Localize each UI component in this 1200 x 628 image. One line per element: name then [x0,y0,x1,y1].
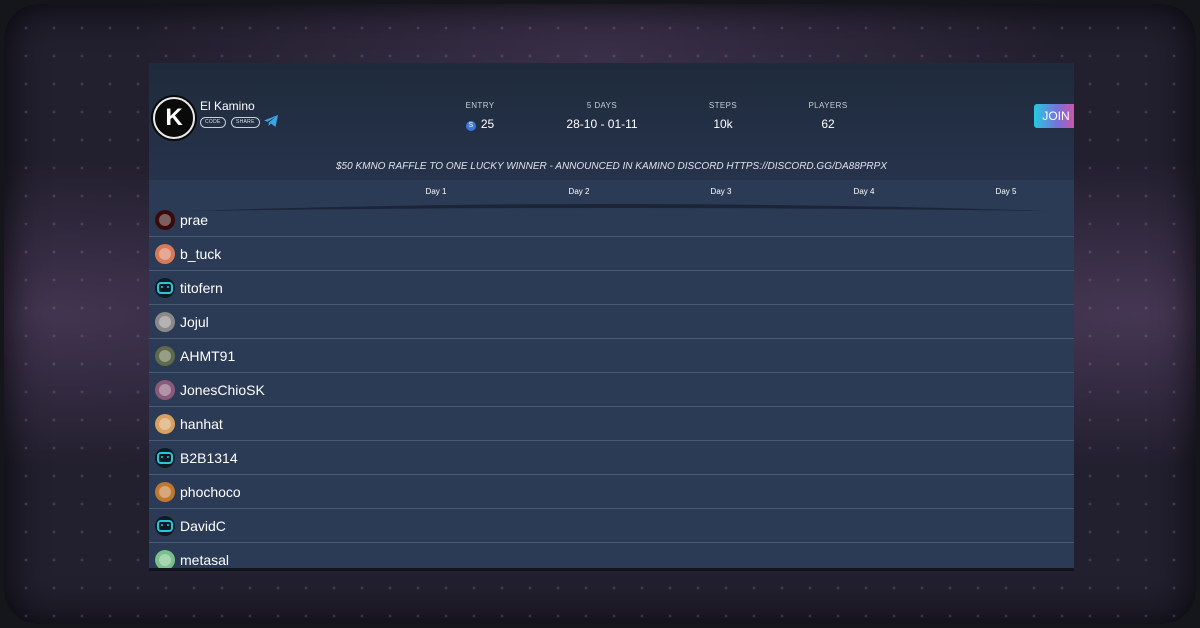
player-name: titofern [180,280,223,296]
share-button[interactable]: SHARE [231,117,260,128]
bot-face-icon [157,282,173,294]
player-row[interactable]: hanhat [149,407,1074,441]
avatar-shade [159,316,171,328]
photo-avatar [155,346,175,366]
bot-face-icon [157,520,173,532]
avatar-shade [159,418,171,430]
telegram-icon[interactable] [263,114,279,128]
badge-avatar [155,244,175,264]
green-avatar [155,550,175,568]
player-row[interactable]: Jojul [149,305,1074,339]
stat-steps-value: 10k [713,117,733,131]
player-row[interactable]: prae [149,203,1074,237]
stat-days: 5 DAYS 28-10 - 01-11 [552,101,652,131]
player-row[interactable]: titofern [149,271,1074,305]
challenge-header: K El Kamino CODE SHARE ENTRY S 25 5 DAYS … [149,63,1074,180]
player-row[interactable]: AHMT91 [149,339,1074,373]
player-name: DavidC [180,518,226,534]
monkey-avatar [155,482,175,502]
bot-face-icon [157,452,173,464]
team-name: El Kamino [200,99,255,113]
stat-steps: STEPS 10k [693,101,753,131]
red-demon-avatar [155,210,175,230]
bot-avatar [155,516,175,536]
player-name: JonesChioSK [180,382,265,398]
bot-avatar [155,448,175,468]
day-3-header: Day 3 [710,187,732,196]
player-name: B2B1314 [180,450,238,466]
stat-days-label: 5 DAYS [586,101,618,110]
photo-avatar [155,312,175,332]
player-name: Jojul [180,314,209,330]
entry-amount: 25 [480,117,495,131]
player-row[interactable]: metasal [149,543,1074,568]
player-name: b_tuck [180,246,222,262]
join-button[interactable]: JOIN [1034,104,1074,128]
avatar-shade [159,214,171,226]
logo-letter: K [165,104,183,131]
player-row[interactable]: phochoco [149,475,1074,509]
kamino-logo: K [153,97,195,139]
stat-players-label: PLAYERS [808,101,848,110]
player-row[interactable]: B2B1314 [149,441,1074,475]
players-list: prae b_tuck titofern Jojul AHMT91 JonesChioSK… [149,203,1074,568]
day-4-header: Day 4 [853,187,875,196]
player-name: phochoco [180,484,241,500]
coin-icon: S [465,121,476,131]
player-row[interactable]: DavidC [149,509,1074,543]
photo-avatar [155,380,175,400]
avatar-shade [159,350,171,362]
player-name: AHMT91 [180,348,236,364]
player-row[interactable]: JonesChioSK [149,373,1074,407]
app-frame: K El Kamino CODE SHARE ENTRY S 25 5 DAYS … [4,4,1196,624]
day-5-header: Day 5 [995,187,1017,196]
stat-steps-label: STEPS [708,101,738,110]
leaderboard-card: K El Kamino CODE SHARE ENTRY S 25 5 DAYS … [149,63,1074,571]
player-name: prae [180,212,209,228]
player-name: hanhat [180,416,223,432]
dog-avatar [155,414,175,434]
stat-entry-label: ENTRY [465,101,495,110]
stat-players-value: 62 [821,117,835,131]
stat-entry-value: S 25 [450,117,510,131]
code-button[interactable]: CODE [200,117,226,128]
player-name: metasal [180,552,230,568]
avatar-shade [159,486,171,498]
day-1-header: Day 1 [425,187,447,196]
stat-days-value: 28-10 - 01-11 [566,117,638,131]
stat-players: PLAYERS 62 [798,101,858,131]
day-2-header: Day 2 [568,187,590,196]
avatar-shade [159,384,171,396]
player-row[interactable]: b_tuck [149,237,1074,271]
raffle-banner: $50 KMNO RAFFLE TO ONE LUCKY WINNER - AN… [335,161,887,172]
avatar-shade [159,248,171,260]
bot-avatar [155,278,175,298]
stat-entry: ENTRY S 25 [450,101,510,131]
avatar-shade [159,554,171,566]
